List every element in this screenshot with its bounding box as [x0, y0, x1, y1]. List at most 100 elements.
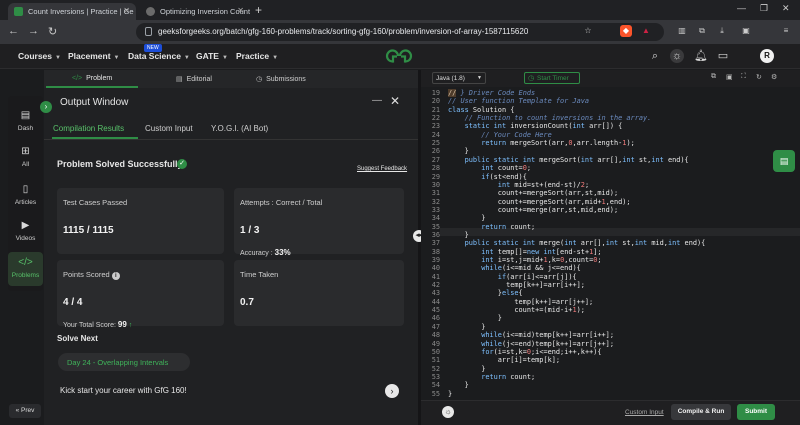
copy-icon[interactable]: ⧉: [711, 73, 716, 81]
compile-run-button[interactable]: Compile & Run: [671, 404, 731, 420]
test-cases-card: Test Cases Passed 1115 / 1115: [57, 188, 224, 254]
line-number: 51: [431, 356, 440, 365]
code-line: temp[k++]=arr[j++];: [448, 297, 594, 306]
close-icon[interactable]: ✕: [390, 94, 400, 108]
close-tab-icon[interactable]: ✕: [123, 6, 130, 15]
extensions-icon[interactable]: ⧉: [696, 25, 708, 37]
browser-tab-active[interactable]: Count Inversions | Practice | Ge ✕: [8, 3, 136, 20]
custom-input-link[interactable]: Custom Input: [625, 409, 664, 416]
tab-custom-input[interactable]: Custom Input: [145, 124, 193, 133]
lock-icon: [145, 27, 152, 36]
line-number: 44: [431, 297, 440, 306]
line-number: 29: [431, 172, 440, 181]
accuracy-value: 33%: [274, 248, 291, 257]
total-score: Your Total Score: 99 ↑: [63, 320, 133, 329]
minimize-icon[interactable]: —: [372, 95, 382, 106]
wallet-icon[interactable]: ▣: [740, 25, 752, 37]
nav-data-science[interactable]: Data Science ▼: [128, 51, 190, 61]
sidebar-icon[interactable]: ▥: [676, 25, 688, 37]
avatar[interactable]: R: [760, 49, 774, 63]
maximize-window-icon[interactable]: ❐: [760, 3, 768, 14]
settings-icon[interactable]: ▣: [726, 73, 733, 81]
language-select[interactable]: Java (1.8) ▼: [432, 72, 486, 84]
tab-problem[interactable]: </> Problem: [72, 75, 112, 82]
start-timer-button[interactable]: ◷ Start Timer: [524, 72, 580, 84]
nav-courses[interactable]: Courses ▼: [18, 51, 61, 61]
new-badge: NEW: [144, 44, 162, 52]
brave-shield-icon[interactable]: ◆: [620, 25, 632, 37]
attempts-value: 1 / 3: [240, 225, 260, 236]
nav-practice[interactable]: Practice ▼: [236, 51, 278, 61]
code-editor[interactable]: 19 // } Driver Code Ends 20 // User functio…: [421, 87, 800, 400]
menu-icon[interactable]: ≡: [780, 25, 792, 37]
chat-icon[interactable]: ▤: [773, 150, 795, 172]
code-line: while(i<=mid)temp[k++]=arr[i++];: [481, 331, 614, 340]
line-number: 49: [431, 339, 440, 348]
minimize-window-icon[interactable]: —: [737, 3, 746, 13]
browser-tab[interactable]: Optimizing Inversion Count ✕: [140, 3, 250, 20]
gear-icon[interactable]: ⚙: [771, 73, 777, 81]
chevron-down-icon: ▼: [477, 75, 482, 81]
fullscreen-icon[interactable]: ⛶: [741, 73, 746, 81]
next-problem-link[interactable]: Day 24 - Overlapping Intervals: [58, 353, 190, 371]
bookmark-icon[interactable]: ☆: [582, 25, 594, 37]
chevron-down-icon: ▼: [221, 55, 228, 61]
time-card: Time Taken 0.7: [234, 260, 404, 326]
line-number: 52: [431, 364, 440, 373]
code-line: while(j<=end)temp[k++]=arr[j++];: [481, 339, 614, 348]
expand-panel-icon[interactable]: ›: [40, 101, 52, 113]
forward-icon[interactable]: →: [28, 25, 39, 37]
submit-button[interactable]: Submit: [737, 404, 775, 420]
code-line: }: [448, 389, 453, 398]
theme-toggle-icon[interactable]: ☼: [670, 49, 684, 63]
code-line: }: [448, 381, 469, 390]
line-number: 19: [431, 89, 440, 97]
line-number: 22: [431, 114, 440, 123]
gfg-logo[interactable]: [383, 49, 415, 66]
status-title: Problem Solved Successfully: [57, 159, 183, 169]
chevron-right-icon[interactable]: ›: [385, 384, 399, 398]
search-icon[interactable]: ⌕: [648, 49, 662, 63]
message-icon[interactable]: ▭: [716, 49, 730, 63]
reset-icon[interactable]: ↻: [756, 73, 762, 81]
tab-yogi-ai-bot[interactable]: Y.O.G.I. (AI Bot): [211, 124, 268, 133]
new-tab-button[interactable]: +: [255, 3, 262, 17]
nav-placement[interactable]: Placement ▼: [68, 51, 119, 61]
close-window-icon[interactable]: ✕: [782, 3, 790, 14]
output-window: Output Window — ✕ Compilation Results Cu…: [44, 88, 418, 425]
back-icon[interactable]: ←: [8, 25, 19, 37]
download-icon[interactable]: ⤓: [716, 25, 728, 37]
lightbulb-icon[interactable]: ☼: [442, 406, 454, 418]
tab-submissions[interactable]: ◷ Submissions: [256, 75, 306, 83]
suggest-feedback-link[interactable]: Suggest Feedback: [357, 166, 407, 172]
notification-icon[interactable]: 🔔︎: [694, 49, 708, 63]
code-line: // Your Code Here: [481, 130, 552, 139]
reload-icon[interactable]: ↻: [48, 25, 57, 38]
tab-compilation-results[interactable]: Compilation Results: [53, 124, 124, 133]
line-number: 34: [431, 214, 440, 223]
prev-button[interactable]: « Prev: [9, 404, 41, 418]
line-number: 40: [431, 264, 440, 273]
nav-gate[interactable]: GATE ▼: [196, 51, 228, 61]
test-cases-label: Test Cases Passed: [63, 198, 128, 207]
close-tab-icon[interactable]: ✕: [237, 6, 244, 15]
rail-item-all[interactable]: ⊞ All: [8, 146, 43, 168]
rail-item-problems[interactable]: </> Problems: [8, 252, 43, 286]
line-number: 50: [431, 347, 440, 356]
gfg-favicon: [14, 7, 23, 16]
rail-item-articles[interactable]: ▯ Articles: [8, 184, 43, 206]
rail-item-dash[interactable]: ▤ Dash: [8, 110, 43, 132]
chevron-down-icon: ▼: [55, 55, 61, 61]
rail-item-videos[interactable]: ▶ Videos: [8, 220, 43, 242]
line-number: 30: [431, 180, 440, 189]
info-icon[interactable]: i: [111, 272, 120, 280]
points-value: 4 / 4: [63, 297, 83, 308]
line-number: 28: [431, 164, 440, 173]
tab-editorial[interactable]: ▤ Editorial: [176, 75, 212, 83]
code-line: class Solution {: [448, 105, 515, 114]
url-text: geeksforgeeks.org/batch/gfg-160-problems…: [158, 27, 529, 36]
line-number: 48: [431, 331, 440, 340]
total-score-value: 99: [117, 320, 127, 329]
brave-rewards-icon[interactable]: ▲: [640, 25, 652, 37]
code-line: count+=merge(arr,st,mid,end);: [448, 205, 619, 214]
